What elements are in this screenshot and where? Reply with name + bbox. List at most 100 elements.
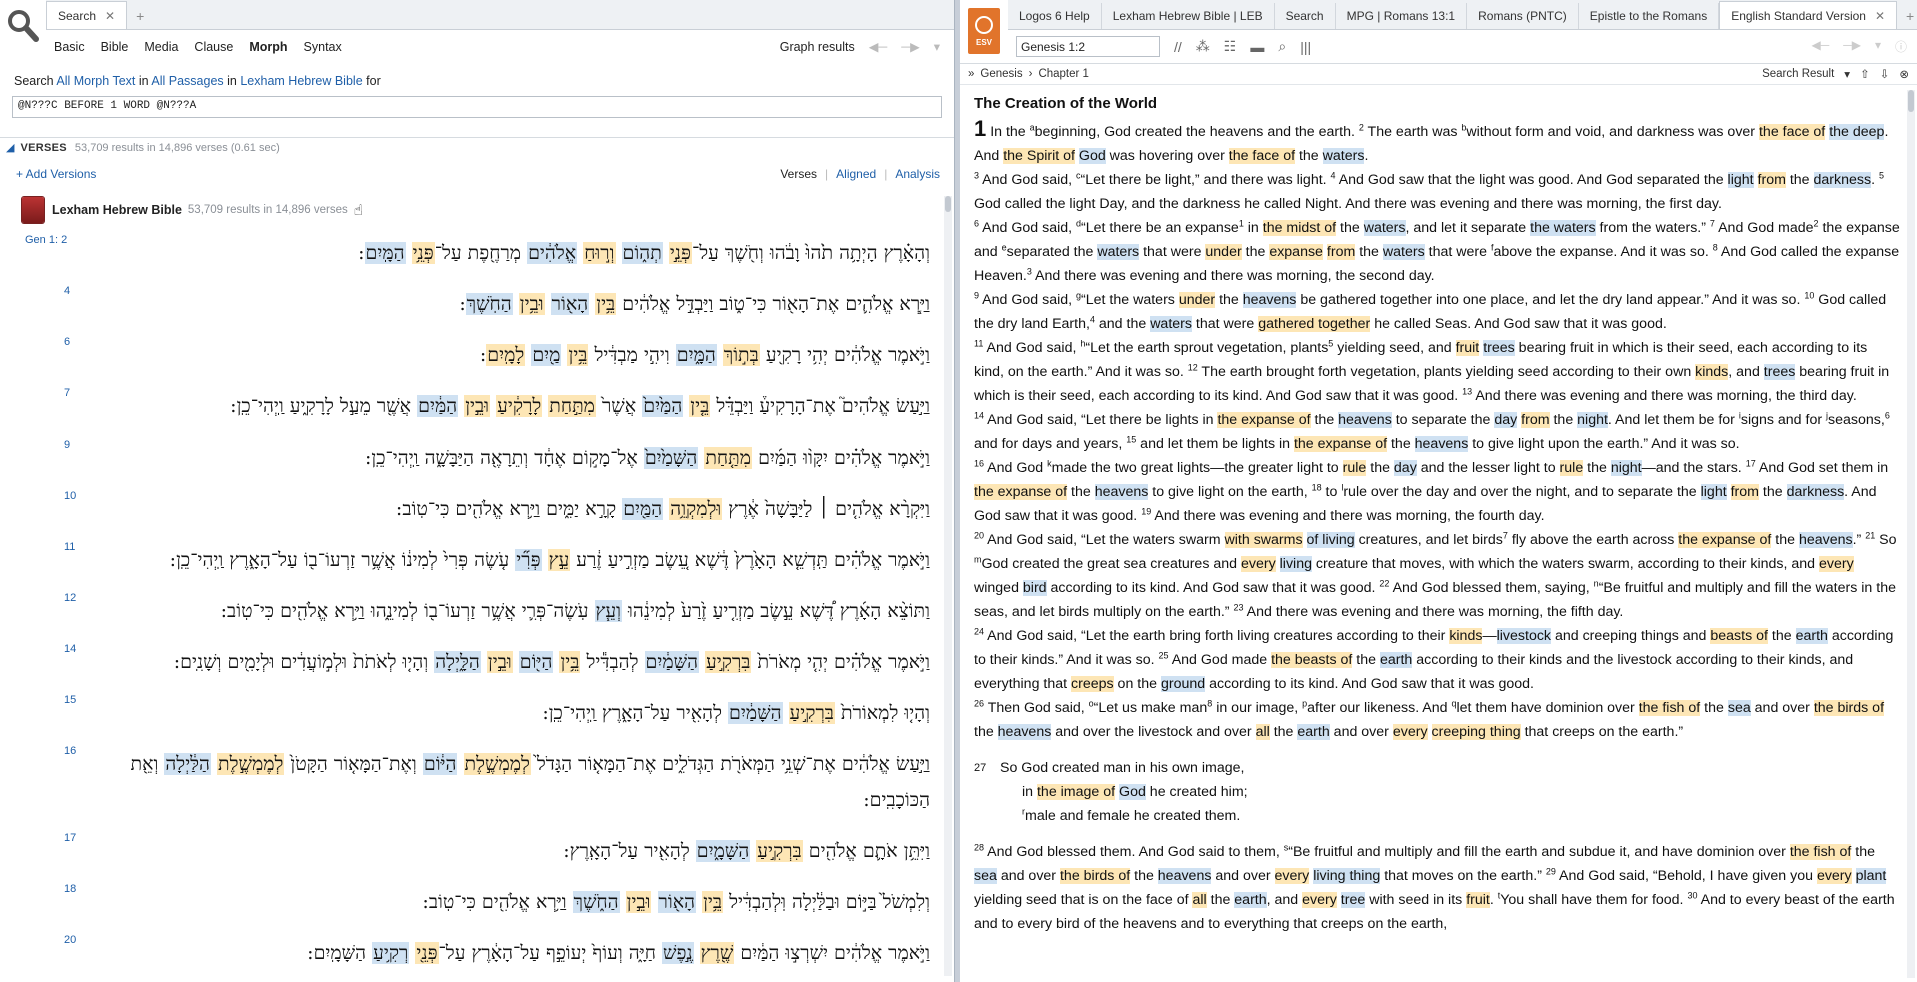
- verse-number[interactable]: 17: [64, 832, 76, 844]
- hebrew-match[interactable]: בִּרְקִ֣יעַ: [788, 702, 835, 725]
- tab-romans-pntc-[interactable]: Romans (PNTC): [1467, 3, 1579, 29]
- hebrew-match[interactable]: הָא֖וֹר: [550, 293, 590, 316]
- hebrew-match[interactable]: הַשָּׁמַ֙יִם֙: [643, 446, 699, 469]
- verse-number[interactable]: 14: [64, 643, 76, 655]
- hebrew-match[interactable]: הַמָּ֑יִם: [675, 344, 717, 367]
- hebrew-match[interactable]: לָמָֽיִם: [486, 344, 526, 367]
- verse-number[interactable]: 11: [64, 541, 75, 553]
- verse-row[interactable]: 15 וְהָי֤וּ לִמְאוֹרֹת֙ בִּרְקִ֣יעַ הַשָּ…: [0, 688, 942, 739]
- search-text-link[interactable]: All Morph Text: [56, 74, 135, 88]
- hebrew-match[interactable]: הַשָּׁמַ֔יִם: [644, 651, 699, 674]
- verse-row[interactable]: 12 וַתּוֹצֵ֨א הָאָ֜רֶץ דֶּ֠שֶׁא עֵ֣שֶׂב מ…: [0, 586, 942, 637]
- forward-arrow-icon[interactable]: ─▶: [1843, 38, 1861, 55]
- tab-lexham-hebrew-bible-leb[interactable]: Lexham Hebrew Bible | LEB: [1102, 3, 1275, 29]
- hebrew-match[interactable]: נֶ֣פֶשׁ: [662, 941, 694, 964]
- hebrew-match[interactable]: וּבֵ֣ין: [464, 395, 491, 418]
- hebrew-match[interactable]: הַלָּ֑יְלָה: [434, 651, 481, 674]
- verse-row[interactable]: 10 וַיִּקְרָ֨א אֱלֹהִ֤ים ׀ לַיַּבָּשָׁה֙ …: [0, 484, 942, 535]
- hebrew-match[interactable]: רְקִ֥יעַ: [372, 941, 410, 964]
- chevron-down-icon[interactable]: ▾: [1875, 38, 1881, 55]
- verse-number[interactable]: 6: [64, 336, 70, 348]
- hebrew-match[interactable]: הַחֹ֑שֶׁךְ: [572, 890, 620, 913]
- search-query-input[interactable]: @N???C BEFORE 1 WORD @N???A: [12, 96, 942, 118]
- hebrew-match[interactable]: וּלְמִקְוֵ֥ה: [669, 497, 723, 520]
- view-analysis[interactable]: Analysis: [895, 167, 940, 181]
- new-tab-icon[interactable]: +: [1897, 3, 1917, 29]
- hebrew-match[interactable]: לָרָקִ֔יעַ: [496, 395, 543, 418]
- verse-row[interactable]: 9 וַיֹּ֣אמֶר אֱלֹהִ֗ים יִקָּו֨וּ הַמַּ֜יִ…: [0, 433, 942, 484]
- hebrew-match[interactable]: הַמַּ֙יִם֙: [642, 395, 684, 418]
- verse-number[interactable]: 10: [64, 490, 76, 502]
- hebrew-match[interactable]: לְמֶמְשֶׁ֣לֶת: [463, 753, 531, 776]
- search-passages-link[interactable]: All Passages: [151, 74, 223, 88]
- verse-row[interactable]: 16 וַיַּ֣עַשׂ אֱלֹהִ֔ים אֶת־שְׁנֵ֥י הַמְּ…: [0, 739, 942, 825]
- search-bible-link[interactable]: Lexham Hebrew Bible: [240, 74, 362, 88]
- reference-input[interactable]: [1016, 36, 1160, 57]
- hebrew-match[interactable]: בֵּ֥ין: [559, 651, 581, 674]
- breadcrumb-chapter[interactable]: Chapter 1: [1038, 68, 1089, 80]
- new-tab-icon[interactable]: +: [127, 3, 153, 29]
- hebrew-match[interactable]: הַמַּ֔יִם: [417, 395, 459, 418]
- mode-clause[interactable]: Clause: [186, 40, 241, 54]
- hebrew-match[interactable]: וְעֵ֧ץ: [594, 599, 623, 622]
- graph-results-button[interactable]: Graph results: [780, 40, 855, 54]
- verse-row[interactable]: 20 וַיֹּ֣אמֶר אֱלֹהִ֔ים יִשְׁרְצ֣וּ הַמַּ…: [0, 928, 942, 979]
- prev-result-icon[interactable]: ⇧: [1860, 67, 1870, 81]
- hebrew-match[interactable]: וּבֵ֣ין: [625, 890, 652, 913]
- verse-row[interactable]: 17 וַיִּתֵּ֥ן אֹתָ֛ם אֱלֹהִ֖ים בִּרְקִ֣יע…: [0, 826, 942, 877]
- hebrew-match[interactable]: הַחֹֽשֶׁךְ: [465, 293, 513, 316]
- hebrew-match[interactable]: בֵּ֥ין: [567, 344, 589, 367]
- hebrew-match[interactable]: עֵ֣ץ: [547, 548, 571, 571]
- mode-media[interactable]: Media: [136, 40, 186, 54]
- search-icon[interactable]: ⌕: [1278, 38, 1286, 55]
- breadcrumb-book[interactable]: Genesis: [980, 68, 1022, 80]
- add-versions-link[interactable]: + Add Versions: [16, 167, 96, 181]
- hebrew-match[interactable]: בִּרְקִ֣יעַ: [705, 651, 752, 674]
- hebrew-match[interactable]: הַמָּֽיִם: [364, 242, 406, 264]
- search-magnifier-icon[interactable]: [0, 0, 46, 62]
- mode-basic[interactable]: Basic: [46, 40, 93, 54]
- hebrew-match[interactable]: הַשָּׁמַ֔יִם: [728, 702, 783, 725]
- verse-row[interactable]: 14 וַיֹּ֣אמֶר אֱלֹהִ֗ים יְהִ֤י מְאֹרֹת֙ ב…: [0, 637, 942, 688]
- tab-search[interactable]: Search ✕: [46, 1, 128, 29]
- hebrew-match[interactable]: וּבֵ֣ין: [486, 651, 513, 674]
- verse-number[interactable]: 16: [64, 745, 76, 757]
- verse-number[interactable]: 4: [64, 285, 70, 297]
- close-icon[interactable]: ✕: [1875, 9, 1885, 23]
- info-icon[interactable]: ⓘ: [1895, 38, 1907, 55]
- hebrew-match[interactable]: מַ֖יִם: [531, 344, 562, 367]
- hebrew-match[interactable]: פְּנֵ֣י: [668, 242, 692, 264]
- tab-mpg-romans-13-1[interactable]: MPG | Romans 13:1: [1336, 3, 1468, 29]
- left-scrollbar[interactable]: [944, 196, 952, 976]
- esv-logo-icon[interactable]: ESV: [968, 8, 1000, 54]
- hebrew-match[interactable]: בֵּ֤ין: [689, 395, 711, 418]
- hebrew-match[interactable]: אֱלֹהִ֔ים: [527, 242, 578, 264]
- next-result-icon[interactable]: ⇩: [1880, 67, 1890, 81]
- view-verses[interactable]: Verses: [780, 167, 817, 181]
- book-result-row[interactable]: Lexham Hebrew Bible 53,709 results in 14…: [22, 197, 363, 223]
- hebrew-match[interactable]: פְּנֵ֖י: [415, 941, 439, 964]
- hebrew-match[interactable]: בֵּ֥ין: [702, 890, 724, 913]
- text-display-icon[interactable]: ☷: [1224, 38, 1237, 55]
- hebrew-match[interactable]: שֶׁ֖רֶץ: [699, 941, 735, 964]
- forward-arrow-icon[interactable]: ─▶: [901, 39, 919, 54]
- mode-bible[interactable]: Bible: [93, 40, 137, 54]
- verse-number[interactable]: 15: [64, 694, 76, 706]
- hebrew-match[interactable]: בְּת֣וֹךְ: [722, 344, 760, 367]
- verse-row[interactable]: 6 וַיֹּ֣אמֶר אֱלֹהִ֔ים יְהִ֥י רָקִ֖יעַ בְ…: [0, 330, 942, 381]
- verse-row[interactable]: 18 וְלִמְשֹׁל֙ בַּיּ֣וֹם וּבַלַּ֔יְלָה וּ…: [0, 877, 942, 928]
- verse-row[interactable]: Gen 1: 2 וְהָאָ֗רֶץ הָיְתָ֥ה תֹ֙הוּ֙ וָבֹ…: [0, 228, 942, 279]
- hebrew-match[interactable]: הַשָּׁמָ֑יִם: [695, 839, 751, 862]
- verse-row[interactable]: 4 וַיַּ֧רְא אֱלֹהִ֛ים אֶת־הָא֖וֹר כִּי־ט֑…: [0, 279, 942, 330]
- visual-filter-icon[interactable]: ⁂: [1196, 38, 1210, 55]
- mode-syntax[interactable]: Syntax: [296, 40, 350, 54]
- hebrew-match[interactable]: מִתַּ֣חַת: [548, 395, 596, 418]
- layout-icon[interactable]: ▬: [1250, 39, 1264, 55]
- tab-epistle-to-the-romans[interactable]: Epistle to the Romans: [1579, 3, 1720, 29]
- verse-number[interactable]: 9: [64, 439, 70, 451]
- hebrew-match[interactable]: הָא֖וֹר: [657, 890, 697, 913]
- verse-row[interactable]: 11 וַיֹּ֣אמֶר אֱלֹהִ֗ים תַּֽדְשֵׁ֤א הָאָ֙…: [0, 535, 942, 586]
- close-circle-icon[interactable]: ⊗: [1899, 67, 1909, 81]
- chevron-down-icon[interactable]: ▾: [934, 39, 940, 54]
- hebrew-match[interactable]: מִתַּ֤חַת: [704, 446, 753, 469]
